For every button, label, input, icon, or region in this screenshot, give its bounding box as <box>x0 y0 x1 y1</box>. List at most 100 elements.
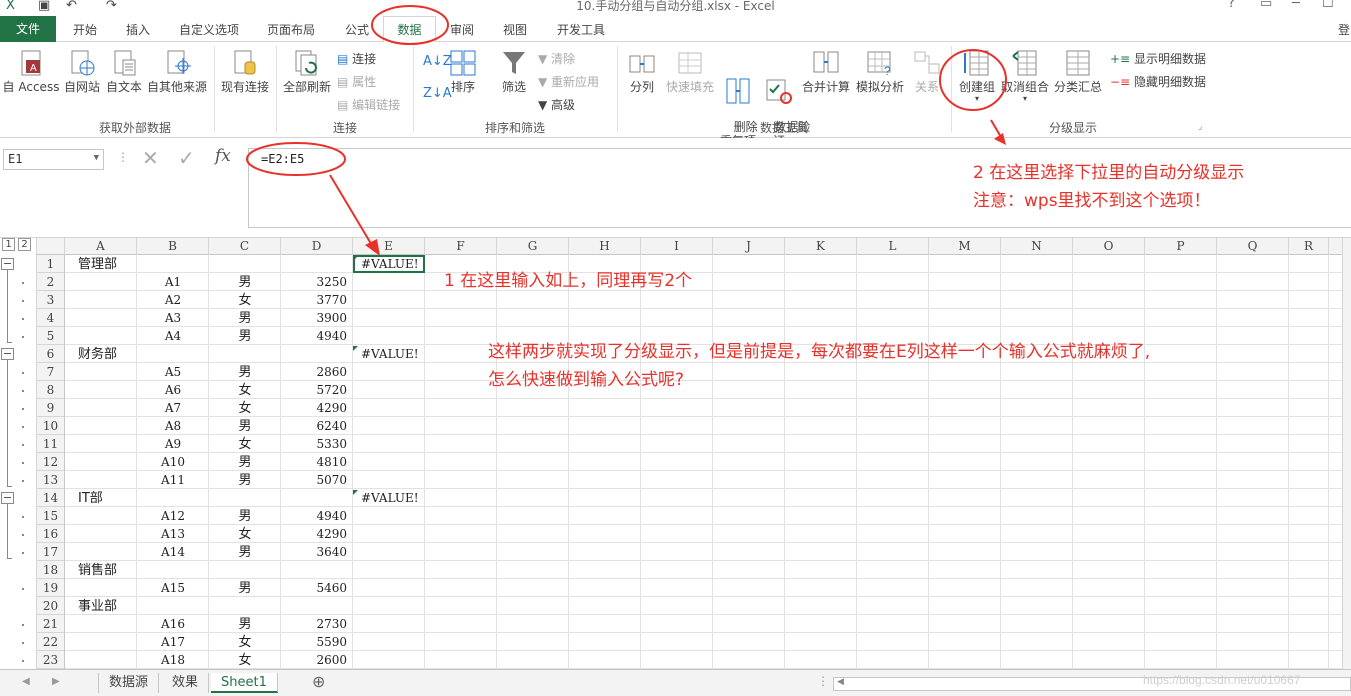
column-header-h[interactable]: H <box>569 238 641 255</box>
cell-b14[interactable] <box>137 490 209 507</box>
add-sheet-icon[interactable]: ⊕ <box>312 672 325 691</box>
row-header[interactable]: 4 <box>37 309 65 327</box>
cell-c3[interactable]: 女 <box>209 292 281 309</box>
column-header-d[interactable]: D <box>281 238 353 255</box>
column-header-k[interactable]: K <box>785 238 857 255</box>
ribbon-display-icon[interactable]: ▭ <box>1260 0 1272 11</box>
cell-b11[interactable]: A9 <box>137 436 209 453</box>
prev-sheet-icon[interactable]: ◀ <box>22 676 30 687</box>
sort-button[interactable]: 排序 <box>444 48 482 95</box>
cell-d5[interactable]: 4940 <box>281 328 347 345</box>
refresh-all-button[interactable]: 全部刷新 <box>281 48 333 95</box>
cell-b10[interactable]: A8 <box>137 418 209 435</box>
clear-filter-button[interactable]: ▼ 清除 <box>538 50 575 67</box>
cell-d13[interactable]: 5070 <box>281 472 347 489</box>
column-header-q[interactable]: Q <box>1217 238 1289 255</box>
dialog-launcher-icon[interactable]: ⌟ <box>1198 122 1202 132</box>
cell-d17[interactable]: 3640 <box>281 544 347 561</box>
row-header[interactable]: 21 <box>37 615 65 633</box>
cell-d12[interactable]: 4810 <box>281 454 347 471</box>
sheet-tab-effect[interactable]: 效果 <box>162 673 210 693</box>
scroll-left-icon[interactable]: ◀ <box>837 677 844 687</box>
cell-c19[interactable]: 男 <box>209 580 281 597</box>
cell-d10[interactable]: 6240 <box>281 418 347 435</box>
cell-c10[interactable]: 男 <box>209 418 281 435</box>
cell-b2[interactable]: A1 <box>137 274 209 291</box>
cell-a1[interactable]: 管理部 <box>78 256 117 273</box>
tab-custom[interactable]: 自定义选项 <box>179 21 239 38</box>
column-header-l[interactable]: L <box>857 238 929 255</box>
subtotal-button[interactable]: 分类汇总 <box>1052 48 1104 95</box>
column-header-i[interactable]: I <box>641 238 713 255</box>
row-header[interactable]: 6 <box>37 345 65 363</box>
row-header[interactable]: 23 <box>37 651 65 669</box>
cell-c14[interactable] <box>209 490 281 507</box>
cell-b12[interactable]: A10 <box>137 454 209 471</box>
cell-b19[interactable]: A15 <box>137 580 209 597</box>
row-header[interactable]: 16 <box>37 525 65 543</box>
cell-b3[interactable]: A2 <box>137 292 209 309</box>
cell-d1[interactable] <box>281 256 347 273</box>
cell-b18[interactable] <box>137 562 209 579</box>
name-box[interactable]: E1 ▼ <box>3 149 104 170</box>
column-header-o[interactable]: O <box>1073 238 1145 255</box>
minimize-icon[interactable]: ─ <box>1292 0 1300 11</box>
cell-d4[interactable]: 3900 <box>281 310 347 327</box>
tab-file[interactable]: 文件 <box>0 16 56 42</box>
ungroup-button[interactable]: 取消组合 ▾ <box>1000 48 1050 103</box>
cell-b17[interactable]: A14 <box>137 544 209 561</box>
cell-d19[interactable]: 5460 <box>281 580 347 597</box>
row-header[interactable]: 13 <box>37 471 65 489</box>
row-header[interactable]: 18 <box>37 561 65 579</box>
flash-fill-button[interactable]: 快速填充 <box>664 48 716 95</box>
cell-c4[interactable]: 男 <box>209 310 281 327</box>
cell-d14[interactable] <box>281 490 347 507</box>
cell-d18[interactable] <box>281 562 347 579</box>
cell-c16[interactable]: 女 <box>209 526 281 543</box>
cell-a14[interactable]: IT部 <box>78 490 103 507</box>
row-header[interactable]: 8 <box>37 381 65 399</box>
cell-b1[interactable] <box>137 256 209 273</box>
cell-c13[interactable]: 男 <box>209 472 281 489</box>
column-header-g[interactable]: G <box>497 238 569 255</box>
cancel-icon[interactable]: ✕ <box>142 146 159 170</box>
row-header[interactable]: 5 <box>37 327 65 345</box>
tab-data[interactable]: 数据 <box>383 16 436 43</box>
cell-b5[interactable]: A4 <box>137 328 209 345</box>
cell-a18[interactable]: 销售部 <box>78 562 117 579</box>
cell-b9[interactable]: A7 <box>137 400 209 417</box>
cell-c7[interactable]: 男 <box>209 364 281 381</box>
from-access-button[interactable]: A 自 Access <box>2 48 60 95</box>
row-header[interactable]: 14 <box>37 489 65 507</box>
row-header[interactable]: 2 <box>37 273 65 291</box>
cell-b22[interactable]: A17 <box>137 634 209 651</box>
connections-button[interactable]: ▤ 连接 <box>337 50 376 67</box>
reapply-button[interactable]: ▼ 重新应用 <box>538 73 599 90</box>
signin-link[interactable]: 登 <box>1338 21 1350 38</box>
cell-c9[interactable]: 女 <box>209 400 281 417</box>
column-header-p[interactable]: P <box>1145 238 1217 255</box>
tab-page-layout[interactable]: 页面布局 <box>267 21 315 38</box>
cell-c18[interactable] <box>209 562 281 579</box>
help-icon[interactable]: ? <box>1228 0 1235 11</box>
cell-d20[interactable] <box>281 598 347 615</box>
enter-check-icon[interactable]: ✓ <box>178 146 195 170</box>
cell-b6[interactable] <box>137 346 209 363</box>
column-header-a[interactable]: A <box>65 238 137 255</box>
cell-a20[interactable]: 事业部 <box>78 598 117 615</box>
from-other-sources-button[interactable]: 自其他来源 <box>146 48 208 95</box>
cell-a6[interactable]: 财务部 <box>78 346 117 363</box>
column-header-e[interactable]: E <box>353 238 425 255</box>
column-header-j[interactable]: J <box>713 238 785 255</box>
cell-d15[interactable]: 4940 <box>281 508 347 525</box>
collapse-group-button[interactable]: − <box>1 348 14 360</box>
chevron-down-icon[interactable]: ▼ <box>94 153 99 163</box>
advanced-filter-button[interactable]: ▼ 高级 <box>538 96 575 113</box>
cell-c20[interactable] <box>209 598 281 615</box>
cell-c11[interactable]: 女 <box>209 436 281 453</box>
cell-b21[interactable]: A16 <box>137 616 209 633</box>
outline-level-1-button[interactable]: 1 <box>2 238 15 251</box>
column-header-c[interactable]: C <box>209 238 281 255</box>
cell-b7[interactable]: A5 <box>137 364 209 381</box>
cell-d8[interactable]: 5720 <box>281 382 347 399</box>
